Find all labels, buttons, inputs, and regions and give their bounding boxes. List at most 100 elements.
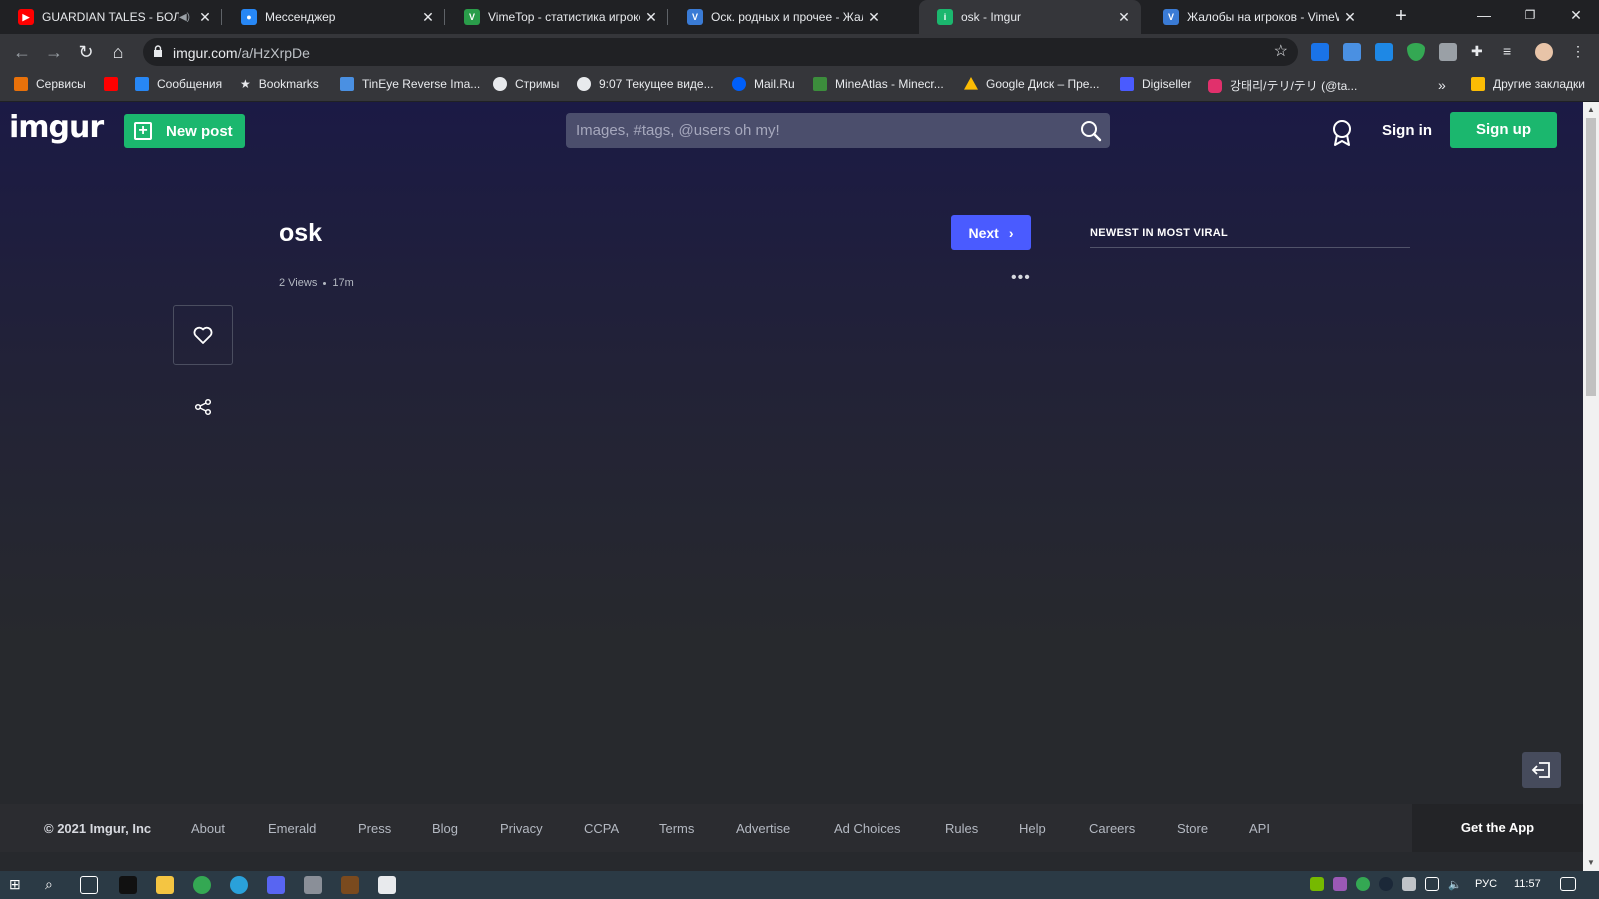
exit-button[interactable] xyxy=(1522,752,1561,788)
extension-image-icon[interactable] xyxy=(1439,43,1457,61)
speaker-icon[interactable]: ◀) xyxy=(179,12,190,23)
tab-close-icon[interactable]: ✕ xyxy=(417,9,439,26)
bookmark-star-icon[interactable]: ☆ xyxy=(1274,41,1288,61)
tab-close-icon[interactable]: ✕ xyxy=(194,9,216,26)
chrome-tray-icon[interactable] xyxy=(1356,877,1370,891)
restore-button[interactable]: ❐ xyxy=(1507,0,1553,34)
globe-icon xyxy=(577,77,591,91)
scroll-down-arrow-icon[interactable]: ▼ xyxy=(1583,855,1599,871)
bookmark-youtube[interactable] xyxy=(104,77,126,91)
tray-app-icon[interactable] xyxy=(1333,877,1347,891)
app-icon[interactable] xyxy=(378,876,396,894)
tab-close-icon[interactable]: ✕ xyxy=(640,9,662,26)
extension-translate-icon[interactable] xyxy=(1375,43,1393,61)
file-explorer-icon[interactable] xyxy=(156,876,174,894)
tab-close-icon[interactable]: ✕ xyxy=(863,9,885,26)
minecraft-icon[interactable] xyxy=(341,876,359,894)
footer-link-help[interactable]: Help xyxy=(1019,821,1046,836)
telegram-icon[interactable] xyxy=(230,876,248,894)
task-view-icon[interactable] xyxy=(80,876,98,894)
clock[interactable]: 11:57 xyxy=(1514,878,1541,890)
bookmark-instagram[interactable]: 강태리/テリ/テリ (@ta... xyxy=(1208,77,1357,94)
scroll-up-arrow-icon[interactable]: ▲ xyxy=(1583,102,1599,118)
tab-osk-complaints[interactable]: V Оск. родных и прочее - Жало ✕ xyxy=(669,0,891,34)
shield-extension-icon[interactable] xyxy=(1407,43,1425,61)
footer-link-advertise[interactable]: Advertise xyxy=(736,821,790,836)
bookmark-mineatlas[interactable]: MineAtlas - Minecr... xyxy=(813,77,944,91)
tab-close-icon[interactable]: ✕ xyxy=(1113,9,1135,26)
footer-link-careers[interactable]: Careers xyxy=(1089,821,1135,836)
bookmark-streams[interactable]: Стримы xyxy=(493,77,559,91)
discord-icon[interactable] xyxy=(267,876,285,894)
bookmark-digiseller[interactable]: Digiseller xyxy=(1120,77,1191,91)
app-icon[interactable] xyxy=(304,876,322,894)
tab-player-complaints[interactable]: V Жалобы на игроков - VimeW ✕ xyxy=(1145,0,1367,34)
extension-new-icon[interactable] xyxy=(1311,43,1329,61)
search-input[interactable] xyxy=(566,113,1066,148)
footer-link-store[interactable]: Store xyxy=(1177,821,1208,836)
tab-close-icon[interactable]: ✕ xyxy=(1339,9,1361,26)
bookmark-messages[interactable]: Сообщения xyxy=(135,77,222,91)
steam-icon[interactable] xyxy=(1379,877,1393,891)
notifications-icon[interactable] xyxy=(1560,877,1576,891)
profile-avatar[interactable] xyxy=(1535,43,1553,61)
tab-vimetop[interactable]: V VimeTop - статистика игроков ✕ xyxy=(446,0,668,34)
page-scrollbar[interactable]: ▲ ▼ xyxy=(1583,102,1599,871)
bookmarks-overflow-icon[interactable]: » xyxy=(1438,77,1446,93)
back-icon[interactable]: ← xyxy=(10,40,34,64)
medal-icon[interactable] xyxy=(1331,119,1353,147)
chrome-icon[interactable] xyxy=(193,876,211,894)
scrollbar-thumb[interactable] xyxy=(1586,118,1596,396)
footer-link-rules[interactable]: Rules xyxy=(945,821,978,836)
search-icon[interactable] xyxy=(1080,120,1102,142)
bookmark-google-drive[interactable]: Google Диск – Пре... xyxy=(964,77,1099,91)
footer-link-blog[interactable]: Blog xyxy=(432,821,458,836)
home-icon[interactable]: ⌂ xyxy=(106,40,130,64)
bookmark-other[interactable]: Другие закладки xyxy=(1471,77,1585,91)
bookmark-current-video[interactable]: 9:07 Текущее виде... xyxy=(577,77,714,91)
favorite-button[interactable] xyxy=(173,305,233,365)
close-window-button[interactable]: ✕ xyxy=(1553,0,1599,34)
address-bar[interactable]: imgur.com/a/HzXrpDe ☆ xyxy=(143,38,1298,66)
sign-up-button[interactable]: Sign up xyxy=(1450,112,1557,148)
footer-link-ad-choices[interactable]: Ad Choices xyxy=(834,821,900,836)
new-post-button[interactable]: + New post xyxy=(124,114,245,148)
footer-link-about[interactable]: About xyxy=(191,821,225,836)
media-control-icon[interactable]: ≡ xyxy=(1503,43,1521,61)
search-icon[interactable]: ⌕ xyxy=(45,876,63,894)
footer-link-press[interactable]: Press xyxy=(358,821,391,836)
share-icon[interactable] xyxy=(194,398,212,416)
chrome-menu-icon[interactable]: ⋮ xyxy=(1569,43,1587,61)
nvidia-icon[interactable] xyxy=(1310,877,1324,891)
copyright: © 2021 Imgur, Inc xyxy=(44,821,152,836)
windows-start-icon[interactable]: ⊞ xyxy=(9,876,27,894)
bookmark-services[interactable]: Сервисы xyxy=(14,77,86,91)
tab-guardian-tales[interactable]: ▶ GUARDIAN TALES - БОЛТО ◀) ✕ xyxy=(0,0,222,34)
epic-games-icon[interactable] xyxy=(119,876,137,894)
footer-link-api[interactable]: API xyxy=(1249,821,1270,836)
reload-icon[interactable]: ↻ xyxy=(74,40,98,64)
more-options-icon[interactable]: ••• xyxy=(1011,270,1030,288)
sign-in-link[interactable]: Sign in xyxy=(1382,122,1432,139)
language-indicator[interactable]: РУС xyxy=(1475,878,1497,890)
bookmark-bookmarks[interactable]: ★ Bookmarks xyxy=(240,77,319,91)
bookmark-tineye[interactable]: TinEye Reverse Ima... xyxy=(340,77,480,91)
tab-messenger[interactable]: ● Мессенджер ✕ xyxy=(223,0,445,34)
imgur-logo[interactable]: imgur xyxy=(9,110,104,145)
minimize-button[interactable]: — xyxy=(1461,0,1507,34)
bookmark-mailru[interactable]: Mail.Ru xyxy=(732,77,795,91)
next-button[interactable]: Next › xyxy=(951,215,1031,250)
new-tab-button[interactable]: + xyxy=(1389,5,1413,29)
extension-chart-icon[interactable] xyxy=(1343,43,1361,61)
footer-link-terms[interactable]: Terms xyxy=(659,821,694,836)
get-app-button[interactable]: Get the App xyxy=(1412,804,1583,852)
footer-link-emerald[interactable]: Emerald xyxy=(268,821,316,836)
settings-tray-icon[interactable] xyxy=(1402,877,1416,891)
volume-icon[interactable]: 🔈 xyxy=(1448,878,1462,891)
network-icon[interactable] xyxy=(1425,877,1439,891)
extensions-puzzle-icon[interactable]: ✚ xyxy=(1471,43,1489,61)
tab-imgur-active[interactable]: i osk - Imgur ✕ xyxy=(919,0,1141,34)
forward-icon[interactable]: → xyxy=(42,40,66,64)
footer-link-ccpa[interactable]: CCPA xyxy=(584,821,619,836)
footer-link-privacy[interactable]: Privacy xyxy=(500,821,543,836)
